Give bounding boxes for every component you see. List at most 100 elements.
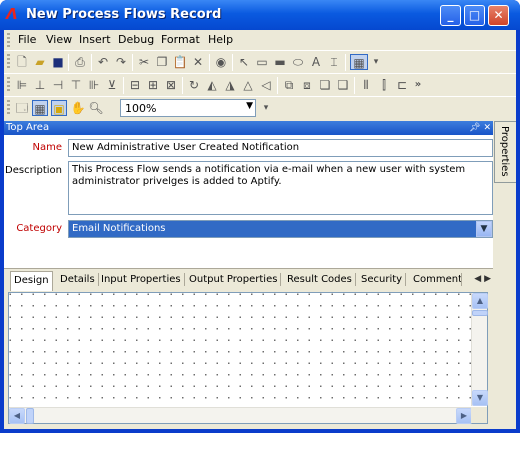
print-icon[interactable]: ⎙ <box>72 54 88 70</box>
text-icon[interactable]: A <box>308 54 324 70</box>
undo-icon[interactable]: ↶ <box>95 54 111 70</box>
properties-side-tab[interactable]: Properties <box>494 121 516 183</box>
align-top-icon[interactable]: ⊤ <box>68 77 84 93</box>
toolbar-separator <box>354 77 355 94</box>
horizontal-scrollbar[interactable]: ◀ ▶ <box>9 407 472 424</box>
scroll-left-icon[interactable]: ◀ <box>9 408 25 424</box>
menu-insert[interactable]: Insert <box>79 33 111 46</box>
same-size-icon[interactable]: ⊠ <box>163 77 179 93</box>
pointer-icon[interactable]: ↖ <box>236 54 252 70</box>
menu-help[interactable]: Help <box>208 33 233 46</box>
delete-icon[interactable]: ✕ <box>190 54 206 70</box>
mirror-icon[interactable]: △ <box>240 77 256 93</box>
close-pane-icon[interactable]: ✕ <box>483 123 491 133</box>
tab-details[interactable]: Details <box>57 273 99 286</box>
group-icon[interactable]: ⧉ <box>281 77 297 93</box>
grid-icon[interactable]: ▦ <box>350 54 368 70</box>
rotate-icon[interactable]: ↻ <box>186 77 202 93</box>
open-icon[interactable]: ▰ <box>32 54 48 70</box>
title-bar[interactable]: Λ New Process Flows Record _ □ ✕ <box>0 0 520 30</box>
top-area-title: Top Area <box>6 122 50 133</box>
menu-format[interactable]: Format <box>161 33 200 46</box>
design-canvas[interactable]: ▲ ▼ ◀ ▶ <box>8 292 488 424</box>
rounded-rect-icon[interactable]: ▬ <box>272 54 288 70</box>
align-center-icon[interactable]: ⊥ <box>32 77 48 93</box>
connector-icon[interactable]: ⌶ <box>326 54 342 70</box>
horizontal-scroll-thumb[interactable] <box>26 408 34 424</box>
chevron-down-icon[interactable]: ▼ <box>246 101 253 111</box>
tab-scroll-right-icon[interactable]: ▶ <box>484 274 491 284</box>
copy-icon[interactable]: ❐ <box>154 54 170 70</box>
category-label: Category <box>16 223 62 234</box>
align-left-icon[interactable]: ⊫ <box>14 77 30 93</box>
toolbar-separator <box>209 54 210 71</box>
align-bottom-icon[interactable]: ⊻ <box>104 77 120 93</box>
arrow-left-icon[interactable]: ◁ <box>258 77 274 93</box>
toolbar-grip[interactable] <box>7 77 10 93</box>
vertical-scroll-thumb[interactable] <box>472 310 488 316</box>
align-middle-icon[interactable]: ⊪ <box>86 77 102 93</box>
scroll-up-icon[interactable]: ▲ <box>472 293 488 309</box>
tab-security[interactable]: Security <box>358 273 407 286</box>
send-back-icon[interactable]: ❑ <box>335 77 351 93</box>
tab-output-properties[interactable]: Output Properties <box>186 273 282 286</box>
save-icon[interactable]: ■ <box>50 54 66 70</box>
space-vertical-icon[interactable]: ⫿ <box>376 77 392 93</box>
paste-icon[interactable]: 📋 <box>172 54 188 70</box>
zoom-icon[interactable]: 🔍︎ <box>88 100 104 116</box>
snap-grid-icon[interactable]: ▣ <box>51 100 67 116</box>
menu-file[interactable]: File <box>18 33 36 46</box>
toolbar-separator <box>123 77 124 94</box>
tab-result-codes[interactable]: Result Codes <box>284 273 356 286</box>
tab-scroll-left-icon[interactable]: ◀ <box>474 274 481 284</box>
description-field[interactable]: This Process Flow sends a notification v… <box>68 161 493 215</box>
top-area-header: Top Area 📌︎ ✕ <box>4 121 493 135</box>
menubar-grip[interactable] <box>7 33 10 49</box>
execute-icon[interactable]: ◉ <box>213 54 229 70</box>
menu-view[interactable]: View <box>46 33 72 46</box>
same-height-icon[interactable]: ⊞ <box>145 77 161 93</box>
properties-icon[interactable]: 🗔 <box>14 100 30 116</box>
dropdown-arrow-icon[interactable]: ▾ <box>258 100 274 116</box>
minimize-button[interactable]: _ <box>440 5 461 26</box>
rectangle-icon[interactable]: ▭ <box>254 54 270 70</box>
tab-strip: Design Details Input Properties Output P… <box>4 268 493 292</box>
scroll-right-icon[interactable]: ▶ <box>456 408 472 424</box>
toolbar-overflow-icon[interactable]: » <box>410 77 426 93</box>
view-toolbar: 🗔 ▦ ▣ ✋ 🔍︎ 100% ▼ ▾ <box>4 96 516 121</box>
space-horizontal-icon[interactable]: ⫴ <box>358 77 374 93</box>
distribute-icon[interactable]: ⊏ <box>394 77 410 93</box>
ungroup-icon[interactable]: ⧈ <box>299 77 315 93</box>
chevron-down-icon[interactable]: ▼ <box>476 221 492 237</box>
name-label: Name <box>32 142 62 153</box>
toolbar-grip[interactable] <box>7 100 10 116</box>
show-grid-icon[interactable]: ▦ <box>32 100 48 116</box>
dropdown-arrow-icon[interactable]: ▾ <box>368 54 384 70</box>
cut-icon[interactable]: ✂ <box>136 54 152 70</box>
new-icon[interactable]: 🗋 <box>14 54 30 70</box>
align-right-icon[interactable]: ⊣ <box>50 77 66 93</box>
pan-hand-icon[interactable]: ✋ <box>70 100 86 116</box>
record-form: Name New Administrative User Created Not… <box>4 135 493 268</box>
close-button[interactable]: ✕ <box>488 5 509 26</box>
redo-icon[interactable]: ↷ <box>113 54 129 70</box>
toolbar-grip[interactable] <box>7 54 10 70</box>
menu-debug[interactable]: Debug <box>118 33 154 46</box>
flip-horizontal-icon[interactable]: ◭ <box>204 77 220 93</box>
scroll-down-icon[interactable]: ▼ <box>472 390 488 406</box>
category-select[interactable]: Email Notifications ▼ <box>68 220 493 238</box>
app-logo-icon: Λ <box>6 5 18 23</box>
bring-front-icon[interactable]: ❏ <box>317 77 333 93</box>
tab-comments[interactable]: Comment <box>410 273 462 286</box>
toolbar-separator <box>232 54 233 71</box>
name-field[interactable]: New Administrative User Created Notifica… <box>68 139 493 157</box>
flip-vertical-icon[interactable]: ◮ <box>222 77 238 93</box>
same-width-icon[interactable]: ⊟ <box>127 77 143 93</box>
ellipse-icon[interactable]: ⬭ <box>290 54 306 70</box>
tab-input-properties[interactable]: Input Properties <box>98 273 185 286</box>
maximize-button[interactable]: □ <box>464 5 485 26</box>
tab-design[interactable]: Design <box>10 271 53 291</box>
vertical-scrollbar[interactable]: ▲ ▼ <box>471 293 488 406</box>
zoom-combobox[interactable]: 100% ▼ <box>120 99 256 117</box>
pin-icon[interactable]: 📌︎ <box>469 123 480 133</box>
